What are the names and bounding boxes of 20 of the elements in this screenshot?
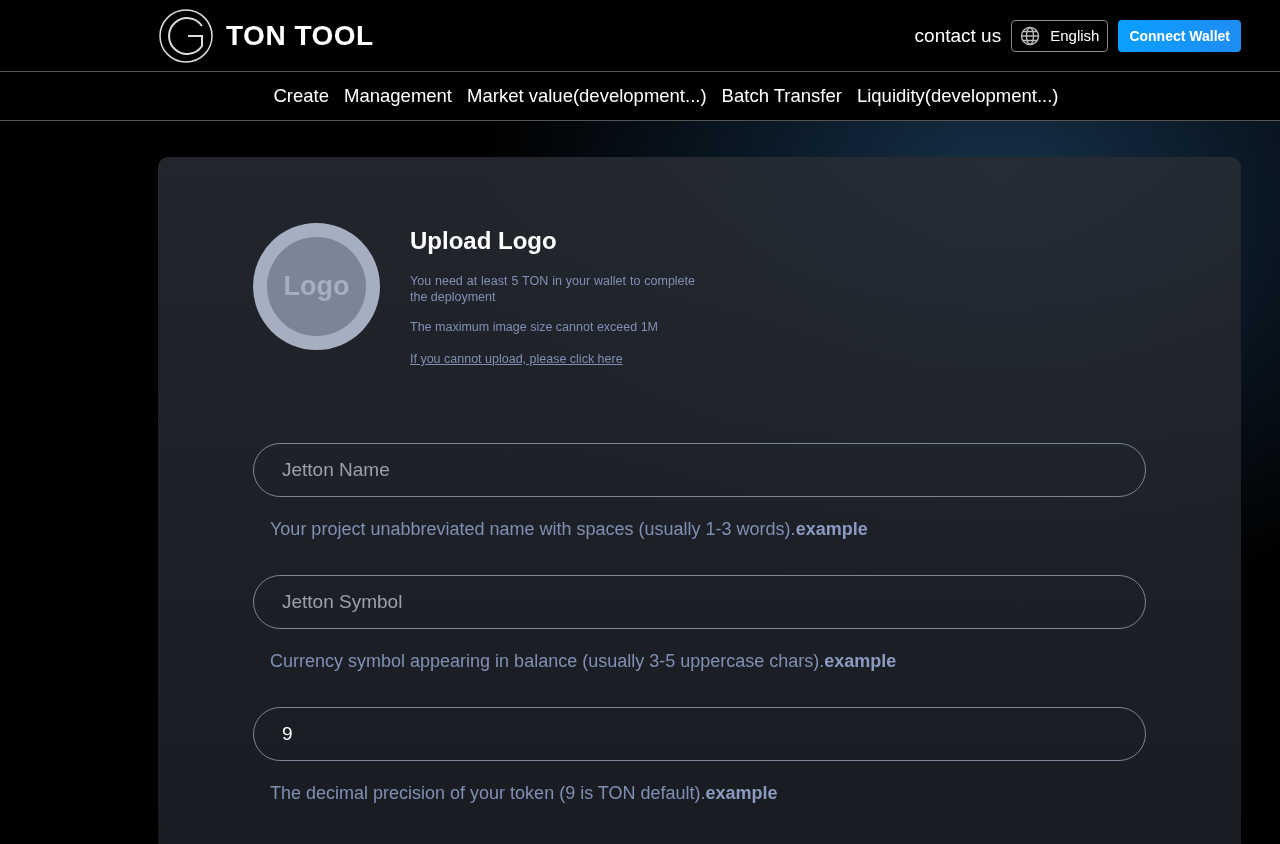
- upload-help-link[interactable]: If you cannot upload, please click here: [410, 352, 623, 366]
- input-field[interactable]: Jetton Symbol: [253, 575, 1146, 629]
- nav-link[interactable]: Batch Transfer: [721, 85, 842, 107]
- contact-link[interactable]: contact us: [914, 24, 1002, 47]
- upload-note: The maximum image size cannot exceed 1M: [410, 319, 660, 335]
- nav-link[interactable]: Create: [273, 85, 330, 107]
- input-field[interactable]: Jetton Name: [253, 443, 1146, 497]
- logo-icon: [158, 7, 214, 64]
- upload-title: Upload Logo: [410, 227, 558, 255]
- input-field[interactable]: 9: [253, 707, 1146, 761]
- upload-note: You need at least 5 TON in your wallet to complete the deployment: [410, 273, 695, 305]
- nav-link[interactable]: Management: [344, 85, 452, 107]
- brand-name: TON TOOL: [226, 19, 374, 52]
- nav-link[interactable]: Market value(development...): [467, 85, 707, 107]
- field-hint: Currency symbol appearing in balance (usually 3-5 uppercase chars).example: [269, 650, 898, 673]
- field-hint: Your project unabbreviated name with spaces (usually 1-3 words).example: [269, 518, 869, 541]
- language-button[interactable]: English: [1011, 19, 1109, 52]
- globe-icon: [1020, 25, 1041, 46]
- nav-link[interactable]: Liquidity(development...): [856, 85, 1059, 107]
- field-hint: The decimal precision of your token (9 is TON default).example: [269, 782, 779, 805]
